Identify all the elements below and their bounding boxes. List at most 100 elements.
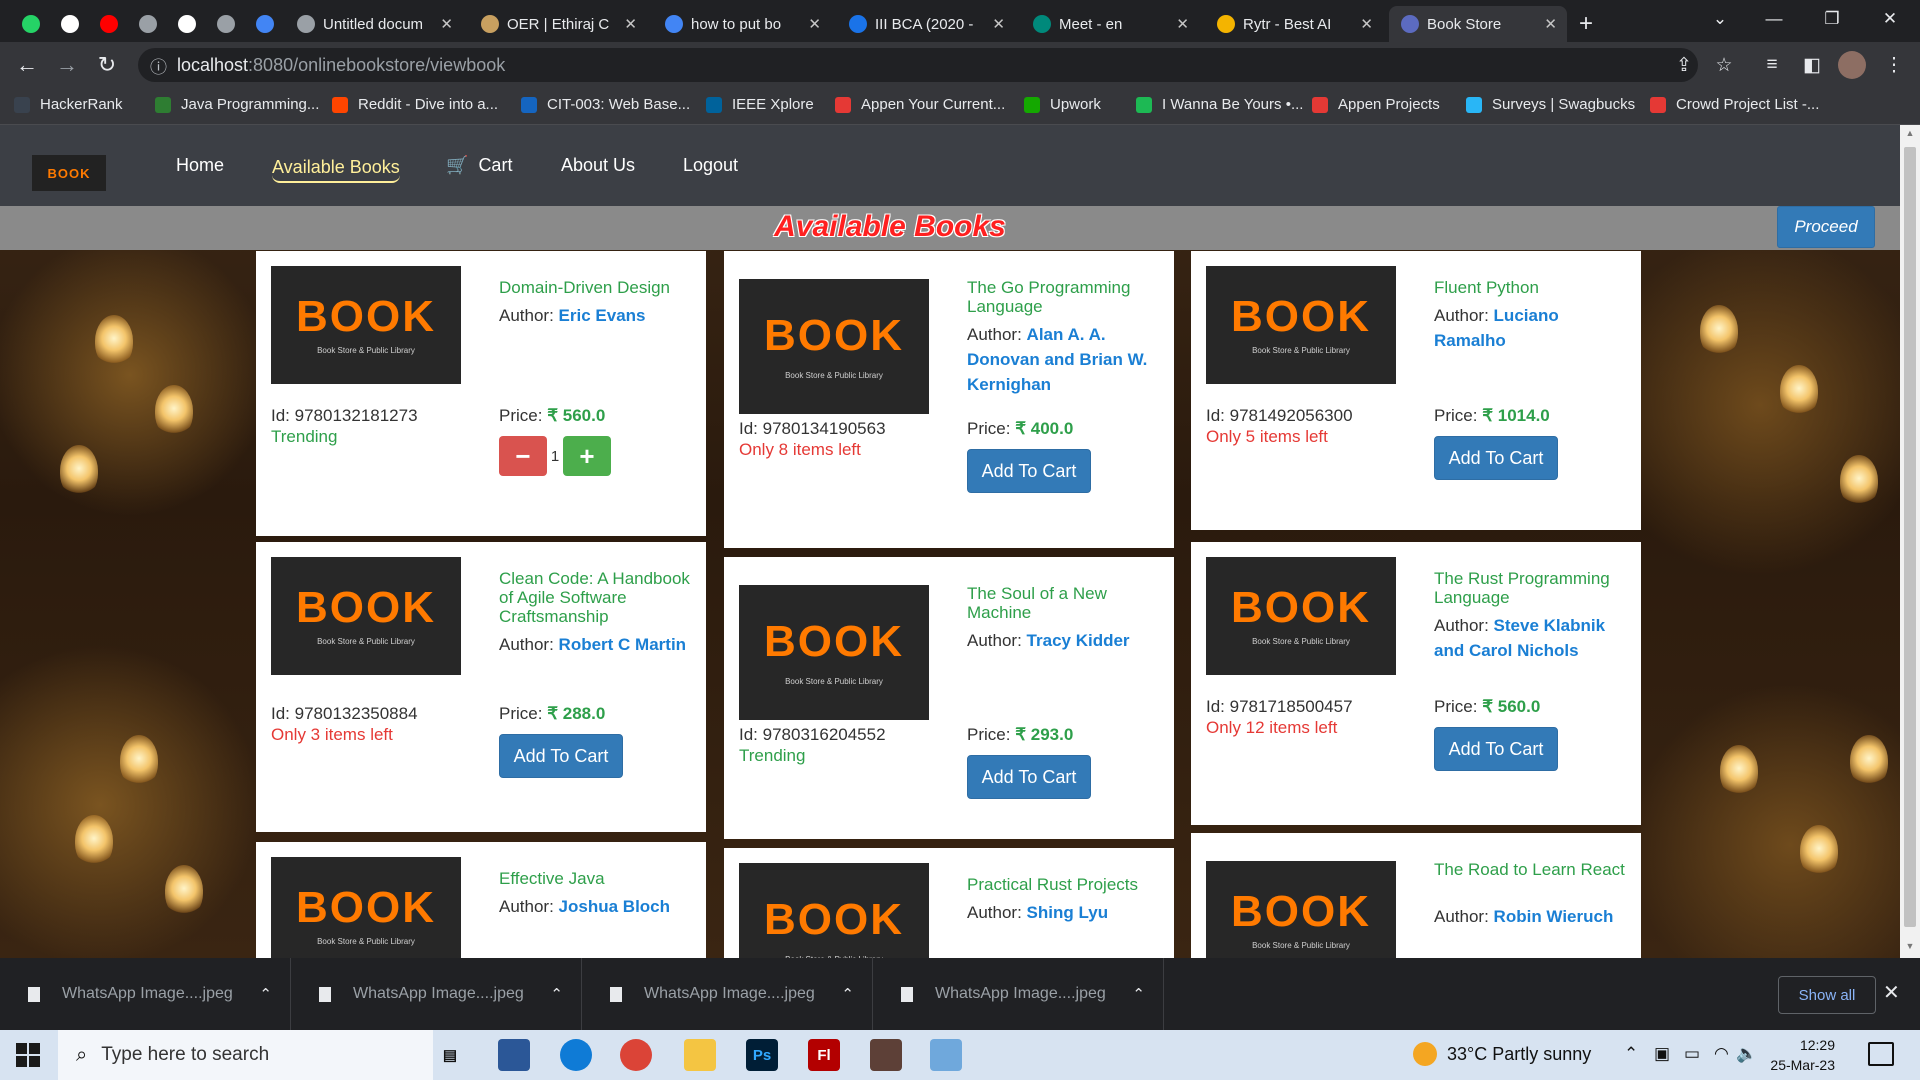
new-tab-button[interactable]: +: [1579, 6, 1609, 42]
minimize-icon[interactable]: —: [1746, 0, 1802, 38]
book-title[interactable]: The Rust Programming Language: [1434, 569, 1634, 607]
weather-widget[interactable]: 33°C Partly sunny: [1413, 1042, 1591, 1066]
browser-tab[interactable]: [207, 6, 245, 42]
book-cover-image[interactable]: BOOKBook Store & Public Library: [271, 557, 461, 675]
nav-about[interactable]: About Us: [561, 155, 635, 176]
book-title[interactable]: Fluent Python: [1434, 278, 1634, 297]
download-options-icon[interactable]: ⌃: [259, 985, 272, 1003]
browser-tab[interactable]: Untitled docum ✕: [285, 6, 463, 42]
forward-icon[interactable]: →: [52, 50, 82, 80]
bookmark-item[interactable]: Appen Your Current...: [835, 96, 1005, 113]
bookmark-item[interactable]: I Wanna Be Yours •...: [1136, 96, 1303, 113]
start-button[interactable]: [16, 1043, 40, 1067]
page-scrollbar[interactable]: ▲ ▼: [1900, 125, 1920, 958]
photoshop-icon[interactable]: Ps: [746, 1039, 778, 1071]
book-cover-image[interactable]: BOOKBook Store & Public Library: [1206, 557, 1396, 675]
profile-avatar[interactable]: [1838, 51, 1866, 79]
close-downloads-icon[interactable]: ✕: [1883, 980, 1900, 1005]
close-window-icon[interactable]: ✕: [1862, 0, 1918, 38]
address-bar[interactable]: ⓘ localhost:8080/onlinebookstore/viewboo…: [138, 48, 1698, 82]
close-tab-icon[interactable]: ✕: [1176, 15, 1189, 33]
battery-icon[interactable]: ▭: [1684, 1044, 1700, 1064]
game-icon[interactable]: [870, 1039, 902, 1071]
close-tab-icon[interactable]: ✕: [624, 15, 637, 33]
browser-tab[interactable]: OER | Ethiraj C ✕: [469, 6, 647, 42]
back-icon[interactable]: ←: [12, 50, 42, 80]
taskbar-clock[interactable]: 12:29 25-Mar-23: [1750, 1035, 1835, 1075]
nav-logout[interactable]: Logout: [683, 155, 738, 176]
browser-tab[interactable]: [51, 6, 89, 42]
book-cover-image[interactable]: BOOKBook Store & Public Library: [1206, 861, 1396, 958]
notifications-icon[interactable]: [1868, 1042, 1894, 1066]
browser-tab[interactable]: Book Store ✕: [1389, 6, 1567, 42]
bookmark-item[interactable]: HackerRank: [14, 96, 123, 113]
browser-tab[interactable]: how to put bo ✕: [653, 6, 831, 42]
site-info-icon[interactable]: ⓘ: [150, 53, 167, 78]
store-icon[interactable]: [498, 1039, 530, 1071]
menu-icon[interactable]: ⋮: [1880, 51, 1908, 79]
browser-tab[interactable]: [90, 6, 128, 42]
share-icon[interactable]: ⇪: [1670, 51, 1698, 79]
tray-app-icon[interactable]: ▣: [1654, 1044, 1670, 1064]
tray-chevron-icon[interactable]: ⌃: [1624, 1044, 1638, 1064]
close-tab-icon[interactable]: ✕: [440, 15, 453, 33]
flash-icon[interactable]: Fl: [808, 1039, 840, 1071]
browser-tab[interactable]: Meet - en ✕: [1021, 6, 1199, 42]
book-title[interactable]: The Road to Learn React: [1434, 860, 1634, 879]
download-options-icon[interactable]: ⌃: [550, 985, 563, 1003]
book-title[interactable]: Effective Java: [499, 869, 699, 888]
book-cover-image[interactable]: BOOKBook Store & Public Library: [1206, 266, 1396, 384]
task-view-icon[interactable]: ▤: [434, 1039, 466, 1071]
side-panel-icon[interactable]: ◧: [1798, 51, 1826, 79]
book-cover-image[interactable]: BOOKBook Store & Public Library: [739, 585, 929, 720]
restore-icon[interactable]: ❐: [1804, 0, 1860, 38]
decrease-quantity-button[interactable]: −: [499, 436, 547, 476]
add-to-cart-button[interactable]: Add To Cart: [1434, 727, 1558, 771]
reading-list-icon[interactable]: ≡: [1758, 51, 1786, 79]
bookmark-item[interactable]: Appen Projects: [1312, 96, 1440, 113]
nav-cart[interactable]: 🛒 Cart: [446, 155, 512, 176]
download-item[interactable]: WhatsApp Image....jpeg ⌃: [582, 958, 873, 1030]
add-to-cart-button[interactable]: Add To Cart: [1434, 436, 1558, 480]
wifi-icon[interactable]: ◠: [1714, 1044, 1729, 1064]
file-explorer-icon[interactable]: [684, 1039, 716, 1071]
scroll-up-icon[interactable]: ▲: [1900, 128, 1920, 144]
photos-icon[interactable]: [930, 1039, 962, 1071]
tab-search-icon[interactable]: ⌄: [1692, 0, 1748, 38]
close-tab-icon[interactable]: ✕: [808, 15, 821, 33]
add-to-cart-button[interactable]: Add To Cart: [967, 449, 1091, 493]
increase-quantity-button[interactable]: +: [563, 436, 611, 476]
browser-tab[interactable]: [246, 6, 284, 42]
taskbar-search[interactable]: ⌕ Type here to search: [58, 1030, 433, 1080]
book-cover-image[interactable]: BOOKBook Store & Public Library: [739, 279, 929, 414]
bookmark-item[interactable]: CIT-003: Web Base...: [521, 96, 690, 113]
close-tab-icon[interactable]: ✕: [1360, 15, 1373, 33]
site-logo[interactable]: BOOK: [32, 155, 106, 191]
download-options-icon[interactable]: ⌃: [1132, 985, 1145, 1003]
download-item[interactable]: WhatsApp Image....jpeg ⌃: [291, 958, 582, 1030]
close-tab-icon[interactable]: ✕: [1544, 15, 1557, 33]
nav-available-books[interactable]: Available Books: [272, 157, 400, 183]
browser-tab[interactable]: [168, 6, 206, 42]
scroll-down-icon[interactable]: ▼: [1900, 941, 1920, 957]
browser-tab[interactable]: Rytr - Best AI ✕: [1205, 6, 1383, 42]
book-title[interactable]: Practical Rust Projects: [967, 875, 1167, 894]
bookmark-star-icon[interactable]: ☆: [1710, 51, 1738, 79]
add-to-cart-button[interactable]: Add To Cart: [499, 734, 623, 778]
book-cover-image[interactable]: BOOKBook Store & Public Library: [271, 266, 461, 384]
browser-tab[interactable]: [129, 6, 167, 42]
book-cover-image[interactable]: BOOKBook Store & Public Library: [739, 863, 929, 958]
edge-icon[interactable]: [560, 1039, 592, 1071]
book-title[interactable]: The Go Programming Language: [967, 278, 1167, 316]
download-options-icon[interactable]: ⌃: [841, 985, 854, 1003]
bookmark-item[interactable]: Upwork: [1024, 96, 1101, 113]
book-title[interactable]: Clean Code: A Handbook of Agile Software…: [499, 569, 699, 626]
download-item[interactable]: WhatsApp Image....jpeg ⌃: [873, 958, 1164, 1030]
chrome-icon[interactable]: [620, 1039, 652, 1071]
bookmark-item[interactable]: Reddit - Dive into a...: [332, 96, 498, 113]
book-title[interactable]: The Soul of a New Machine: [967, 584, 1167, 622]
download-item[interactable]: WhatsApp Image....jpeg ⌃: [0, 958, 291, 1030]
bookmark-item[interactable]: IEEE Xplore: [706, 96, 814, 113]
scrollbar-thumb[interactable]: [1904, 147, 1916, 927]
bookmark-item[interactable]: Surveys | Swagbucks: [1466, 96, 1635, 113]
